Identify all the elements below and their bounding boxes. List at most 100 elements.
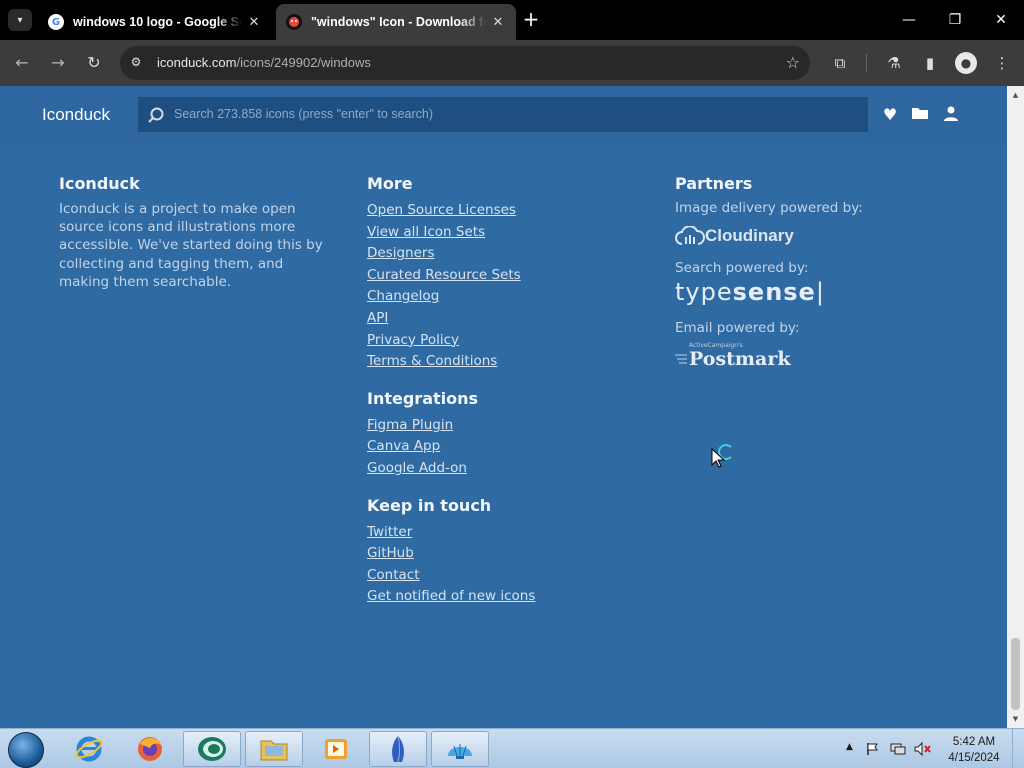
labs-flask-icon[interactable]: ⚗ (882, 51, 906, 75)
footer-partners: Partners Image delivery powered by: Clou… (675, 174, 863, 370)
taskbar-app-shell[interactable] (431, 731, 489, 767)
taskbar-file-explorer[interactable] (245, 731, 303, 767)
taskbar-media-player[interactable] (307, 731, 365, 767)
clock-date: 4/15/2024 (948, 752, 1000, 764)
browser-toolbar: ← → ↻ ⚙ iconduck.com/icons/249902/window… (0, 40, 1024, 86)
toolbar-divider (866, 54, 867, 72)
link-contact[interactable]: Contact (367, 565, 535, 587)
forward-button[interactable]: → (46, 51, 70, 75)
link-privacy-policy[interactable]: Privacy Policy (367, 330, 535, 352)
link-open-source-licenses[interactable]: Open Source Licenses (367, 200, 535, 222)
search-powered-label: Search powered by: (675, 260, 809, 276)
postmark-lines-icon (675, 354, 687, 364)
keep-in-touch-heading: Keep in touch (367, 495, 492, 515)
iconduck-favicon-icon (286, 14, 302, 30)
clock-time: 5:42 AM (952, 736, 996, 748)
link-canva-app[interactable]: Canva App (367, 436, 535, 458)
site-info-icon[interactable]: ⚙ (128, 55, 144, 71)
link-designers[interactable]: Designers (367, 243, 535, 265)
link-github[interactable]: GitHub (367, 543, 535, 565)
heart-icon[interactable]: ♥ (880, 105, 900, 125)
tab-title: "windows" Icon - Download fo (311, 15, 486, 29)
close-icon: ✕ (995, 12, 1007, 28)
media-player-icon (325, 739, 347, 759)
link-curated-resource-sets[interactable]: Curated Resource Sets (367, 265, 535, 287)
about-heading: Iconduck (59, 174, 140, 193)
tab-google-search[interactable]: G windows 10 logo - Google Sea ✕ (38, 4, 272, 40)
extensions-icon[interactable]: ⧉ (828, 51, 852, 75)
taskbar-firefox[interactable] (121, 731, 179, 767)
link-changelog[interactable]: Changelog (367, 286, 535, 308)
postmark-logo[interactable]: ActiveCampaign's Postmark (675, 342, 863, 370)
user-icon[interactable] (941, 105, 961, 125)
show-desktop-button[interactable] (1012, 729, 1024, 768)
link-api[interactable]: API (367, 308, 535, 330)
tab-title: windows 10 logo - Google Sea (73, 15, 242, 29)
brand-logo[interactable]: Iconduck (42, 105, 110, 125)
footer-about: Iconduck Iconduck is a project to make o… (59, 174, 329, 291)
back-button[interactable]: ← (10, 51, 34, 75)
email-powered-label: Email powered by: (675, 320, 800, 336)
close-window-button[interactable]: ✕ (978, 8, 1024, 32)
site-header: Iconduck Search 273.858 icons (press "en… (0, 86, 1007, 143)
address-bar[interactable]: ⚙ iconduck.com/icons/249902/windows ☆ (120, 46, 810, 80)
plus-icon: + (522, 7, 540, 31)
sail-app-icon (392, 735, 404, 763)
link-google-add-on[interactable]: Google Add-on (367, 458, 535, 480)
close-tab-icon[interactable]: ✕ (490, 15, 506, 30)
firefox-icon (138, 737, 162, 761)
partners-heading: Partners (675, 174, 753, 193)
scroll-up-icon[interactable]: ▲ (1007, 88, 1024, 102)
about-text: Iconduck is a project to make open sourc… (59, 201, 323, 290)
bing-app-icon (198, 737, 226, 761)
search-placeholder: Search 273.858 icons (press "enter" to s… (174, 107, 434, 121)
new-tab-button[interactable]: + (520, 9, 542, 31)
profile-avatar-icon[interactable]: ● (955, 52, 977, 74)
start-button[interactable] (8, 732, 44, 768)
arrow-right-icon: → (51, 53, 65, 72)
link-twitter[interactable]: Twitter (367, 522, 535, 544)
link-terms-conditions[interactable]: Terms & Conditions (367, 351, 535, 373)
restore-button[interactable]: ❐ (932, 8, 978, 32)
google-g-icon: G (48, 14, 64, 30)
minimize-icon: — (902, 12, 916, 28)
internet-explorer-icon (75, 736, 103, 762)
search-icon (148, 107, 164, 123)
link-get-notified[interactable]: Get notified of new icons (367, 586, 535, 608)
link-view-all-icon-sets[interactable]: View all Icon Sets (367, 222, 535, 244)
bookmark-star-icon[interactable]: ☆ (786, 53, 800, 72)
folder-icon[interactable] (910, 105, 930, 125)
scroll-down-icon[interactable]: ▼ (1007, 712, 1024, 726)
reload-icon: ↻ (87, 53, 101, 72)
mouse-cursor-icon (711, 448, 725, 468)
windows-taskbar: ▲ 5:42 AM 4/15/2024 (0, 728, 1024, 768)
tab-iconduck[interactable]: "windows" Icon - Download fo ✕ (276, 4, 516, 40)
taskbar-internet-explorer[interactable] (60, 731, 118, 767)
typesense-logo[interactable]: typesense| (675, 278, 863, 306)
footer-links: More Open Source Licenses View all Icon … (367, 174, 535, 608)
tab-search-button[interactable]: ▾ (8, 9, 32, 31)
reload-button[interactable]: ↻ (82, 51, 106, 75)
arrow-left-icon: ← (15, 53, 29, 72)
folder-icon (260, 740, 288, 761)
more-heading: More (367, 174, 413, 193)
restore-icon: ❐ (948, 12, 962, 28)
chevron-down-icon: ▾ (17, 14, 23, 26)
taskbar-app-sail[interactable] (369, 731, 427, 767)
cloudinary-logo[interactable]: Cloudinary (675, 226, 863, 246)
minimize-button[interactable]: — (886, 8, 932, 32)
menu-kebab-icon[interactable]: ⋮ (990, 51, 1014, 75)
page-content: Iconduck Search 273.858 icons (press "en… (0, 86, 1007, 728)
icon-search-input[interactable]: Search 273.858 icons (press "enter" to s… (138, 97, 868, 132)
side-panel-icon[interactable]: ▮ (918, 51, 942, 75)
close-tab-icon[interactable]: ✕ (246, 15, 262, 30)
shell-app-icon (448, 744, 472, 759)
scrollbar-thumb[interactable] (1011, 638, 1020, 710)
link-figma-plugin[interactable]: Figma Plugin (367, 415, 535, 437)
system-clock[interactable]: 5:42 AM 4/15/2024 (944, 734, 1004, 766)
page-scrollbar[interactable]: ▲ ▼ (1007, 86, 1024, 728)
image-delivery-label: Image delivery powered by: (675, 200, 863, 216)
url-text[interactable]: iconduck.com/icons/249902/windows (157, 55, 371, 70)
taskbar-app-bing[interactable] (183, 731, 241, 767)
integrations-heading: Integrations (367, 388, 479, 408)
